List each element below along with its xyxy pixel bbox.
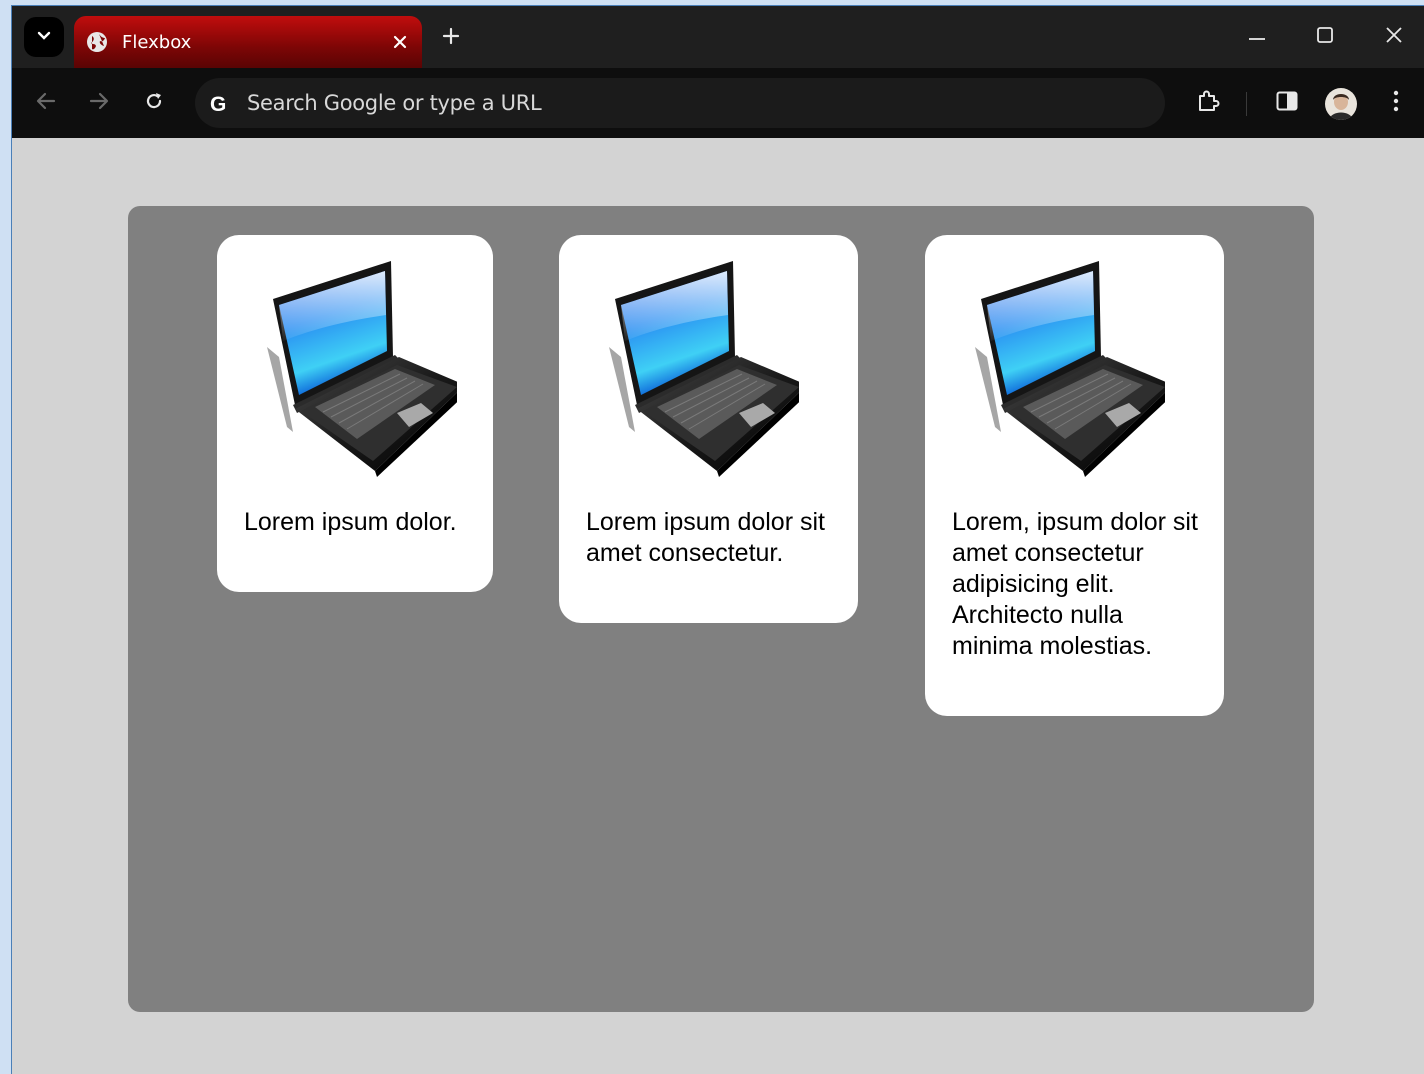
menu-button[interactable] <box>1378 85 1414 121</box>
tab-strip: Flexbox <box>12 6 1424 68</box>
browser-toolbar: G Search Google or type a URL <box>12 68 1424 138</box>
google-g-icon: G <box>207 91 231 115</box>
side-panel-button[interactable] <box>1269 85 1305 121</box>
card-1: Lorem ipsum dolor. <box>217 235 493 592</box>
address-bar-placeholder: Search Google or type a URL <box>247 91 542 115</box>
close-icon <box>1385 26 1403 49</box>
card-3: Lorem, ipsum dolor sit amet consectetur … <box>925 235 1224 716</box>
close-window-button[interactable] <box>1374 20 1414 54</box>
flex-container: Lorem ipsum dolor. Lorem ipsum dolor sit… <box>128 206 1314 1012</box>
extensions-button[interactable] <box>1190 85 1226 121</box>
maximize-button[interactable] <box>1305 20 1345 54</box>
side-panel-icon <box>1276 91 1298 116</box>
reload-button[interactable] <box>136 85 172 121</box>
forward-button[interactable] <box>81 85 117 121</box>
card-text: Lorem, ipsum dolor sit amet consectetur … <box>952 508 1198 660</box>
laptop-image <box>257 257 457 477</box>
browser-window: Flexbox G Search Google or type a URL Lo… <box>11 5 1424 1074</box>
minimize-button[interactable] <box>1237 20 1277 54</box>
toolbar-divider <box>1246 92 1247 116</box>
arrow-left-icon <box>36 92 56 115</box>
puzzle-icon <box>1195 88 1221 119</box>
card-2: Lorem ipsum dolor sit amet consectetur. <box>559 235 858 623</box>
laptop-image <box>599 257 799 477</box>
chevron-down-icon <box>37 28 51 46</box>
address-bar[interactable]: G Search Google or type a URL <box>195 78 1165 128</box>
profile-avatar[interactable] <box>1325 88 1357 120</box>
tab-search-button[interactable] <box>24 17 64 57</box>
laptop-image <box>965 257 1165 477</box>
tab-title: Flexbox <box>122 31 192 53</box>
card-text: Lorem ipsum dolor. <box>244 508 457 536</box>
maximize-icon <box>1316 26 1334 49</box>
close-tab-icon[interactable] <box>388 30 412 54</box>
new-tab-button[interactable] <box>432 20 470 56</box>
svg-text:G: G <box>210 93 226 115</box>
arrow-right-icon <box>89 92 109 115</box>
minimize-icon <box>1248 28 1266 46</box>
back-button[interactable] <box>28 85 64 121</box>
tab-active[interactable]: Flexbox <box>74 16 422 68</box>
more-vert-icon <box>1393 90 1399 117</box>
page-viewport: Lorem ipsum dolor. Lorem ipsum dolor sit… <box>12 138 1424 1074</box>
globe-icon <box>86 31 108 53</box>
reload-icon <box>144 91 164 116</box>
card-text: Lorem ipsum dolor sit amet consectetur. <box>586 508 825 567</box>
plus-icon <box>442 27 460 50</box>
